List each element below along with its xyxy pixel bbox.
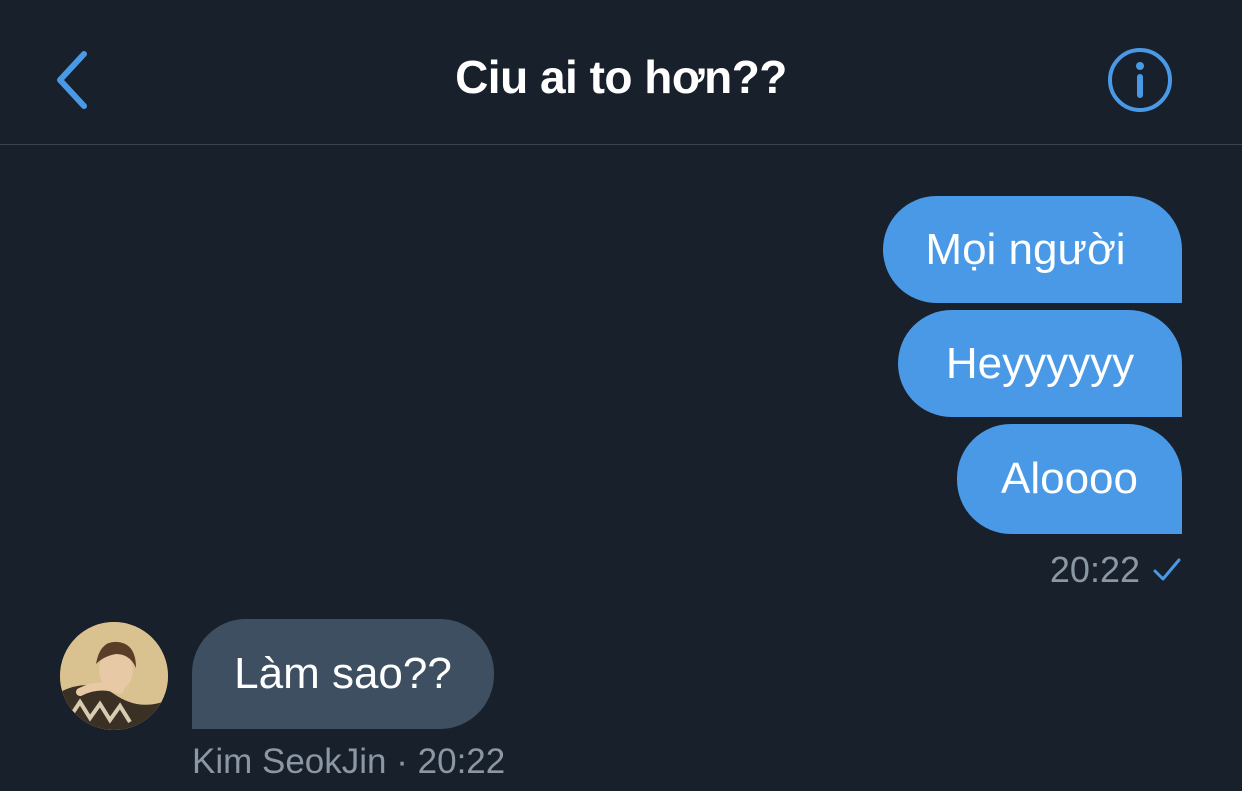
outgoing-message-meta: 20:22	[1050, 548, 1182, 592]
check-icon	[1152, 557, 1182, 583]
message-timestamp: 20:22	[417, 742, 506, 781]
incoming-message-meta: Kim SeokJin · 20:22	[192, 742, 505, 782]
message-timestamp: 20:22	[1049, 549, 1140, 590]
outgoing-message[interactable]: Mọi người	[883, 196, 1182, 303]
info-icon	[1108, 48, 1172, 112]
info-button[interactable]	[1106, 46, 1174, 114]
meta-separator: ·	[396, 742, 408, 781]
incoming-message[interactable]: Làm sao??	[192, 619, 494, 729]
sender-name: Kim SeokJin	[192, 742, 387, 781]
page-title: Ciu ai to hơn??	[455, 51, 787, 103]
avatar[interactable]	[60, 622, 168, 730]
outgoing-message[interactable]: Aloooo	[957, 424, 1182, 534]
chat-header: Ciu ai to hơn??	[0, 0, 1242, 145]
outgoing-message[interactable]: Heyyyyyy	[898, 310, 1182, 417]
